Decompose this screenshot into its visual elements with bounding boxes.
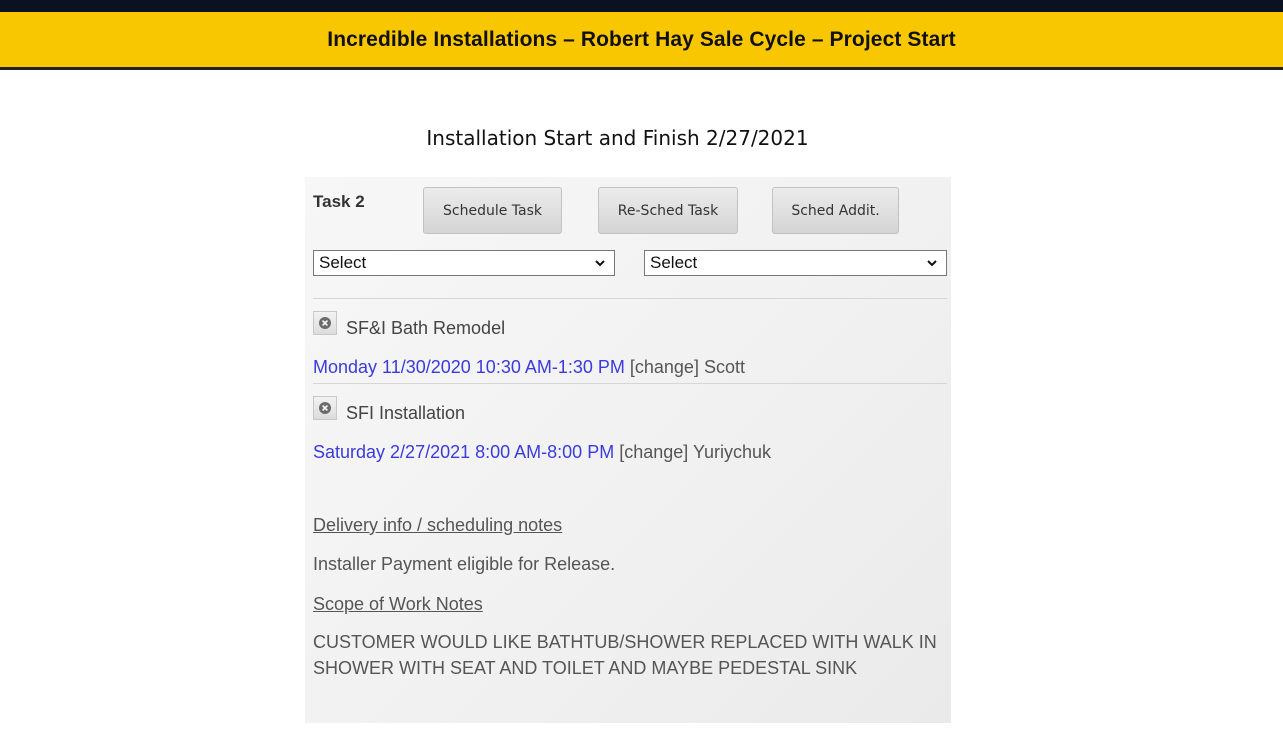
resched-task-button[interactable]: Re-Sched Task: [598, 187, 738, 234]
task-item-schedule: Saturday 2/27/2021 8:00 AM-8:00 PM [chan…: [313, 442, 771, 463]
task-label: Task 2: [313, 192, 365, 211]
change-link[interactable]: [change]: [630, 357, 699, 377]
task-select-left[interactable]: Select: [313, 250, 615, 276]
task-panel: Task 2 Schedule Task Re-Sched Task Sched…: [305, 177, 951, 723]
assignee-name: Yuriychuk: [692, 442, 772, 462]
slide-subtitle: Installation Start and Finish 2/27/2021: [426, 126, 809, 150]
assignee-name: Scott: [703, 357, 745, 377]
remove-circle-icon: [319, 317, 331, 329]
scope-notes-text: CUSTOMER WOULD LIKE BATHTUB/SHOWER REPLA…: [313, 632, 937, 678]
task-item-name: SFI Installation: [346, 403, 466, 423]
schedule-datetime-link[interactable]: Monday 11/30/2020 10:30 AM-1:30 PM: [313, 357, 625, 377]
scope-notes-link[interactable]: Scope of Work Notes: [313, 594, 483, 615]
change-link[interactable]: [change]: [619, 442, 688, 462]
remove-task-button[interactable]: [313, 311, 337, 335]
chevron-down-icon: [927, 260, 937, 267]
delivery-notes-text: Installer Payment eligible for Release.: [313, 554, 616, 574]
schedule-datetime-link[interactable]: Saturday 2/27/2021 8:00 AM-8:00 PM: [313, 442, 614, 462]
task-item-name: SF&I Bath Remodel: [346, 318, 506, 338]
chevron-down-icon: [595, 260, 605, 267]
page-title: Incredible Installations – Robert Hay Sa…: [327, 27, 956, 51]
divider: [313, 383, 947, 384]
schedule-task-button[interactable]: Schedule Task: [423, 187, 562, 234]
task-item-schedule: Monday 11/30/2020 10:30 AM-1:30 PM [chan…: [313, 357, 745, 378]
header-banner: Incredible Installations – Robert Hay Sa…: [0, 12, 1283, 70]
remove-circle-icon: [319, 402, 331, 414]
divider: [313, 298, 947, 299]
select-value: Select: [319, 253, 367, 272]
delivery-notes-link[interactable]: Delivery info / scheduling notes: [313, 515, 562, 536]
select-value: Select: [650, 253, 698, 272]
remove-task-button[interactable]: [313, 396, 337, 420]
top-dark-strip: [0, 0, 1283, 12]
task-select-right[interactable]: Select: [644, 250, 947, 276]
sched-addit-button[interactable]: Sched Addit.: [772, 187, 899, 234]
